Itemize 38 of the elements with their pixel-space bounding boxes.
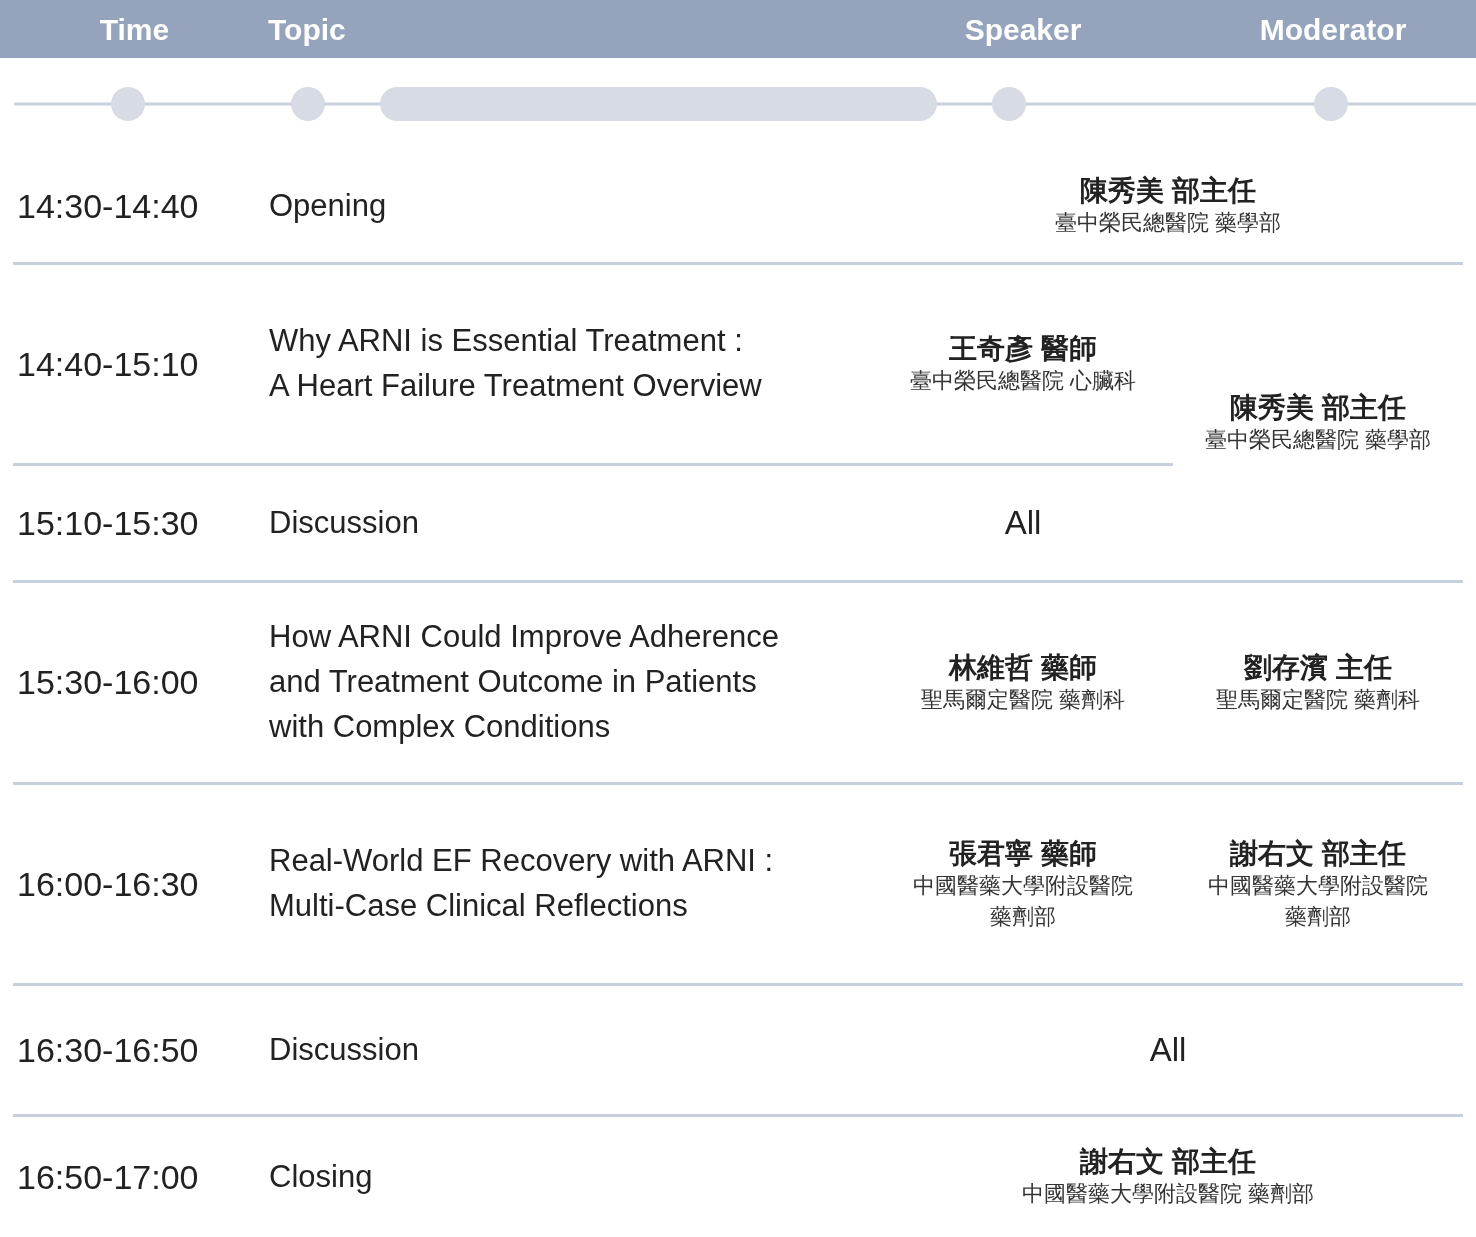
- topic-text: How ARNI Could Improve Adherence and Treatment Outcome in Patients with Complex Conditions: [269, 618, 780, 746]
- topic-text: Discussion: [269, 1030, 419, 1069]
- person-name: 劉存濱 主任: [1244, 650, 1392, 685]
- column-header: Topic: [267, 11, 347, 48]
- topic-text: Why ARNI is Essential Treatment : A Heart Failure Treatment Overview: [269, 322, 762, 405]
- time-cell: 15:10-15:30: [13, 466, 256, 583]
- column-header: Speaker: [964, 11, 1082, 48]
- column-header: Time: [99, 11, 170, 48]
- time-cell: 15:30-16:00: [13, 583, 256, 785]
- affiliation: 中國醫藥大學附設醫院: [1208, 871, 1428, 900]
- topic-text: Opening: [269, 186, 387, 225]
- time-cell: 14:30-14:40: [13, 150, 256, 265]
- speaker-text: All: [1149, 1030, 1187, 1071]
- time-cell-text: 16:50-17:00: [16, 1156, 200, 1198]
- affiliation: 中國醫藥大學附設醫院 藥劑部: [1021, 1180, 1315, 1209]
- affiliation: 臺中榮民總醫院 心臟科: [909, 367, 1137, 396]
- person-name: 王奇彥 醫師: [949, 332, 1097, 367]
- affiliation: 藥劑部: [990, 902, 1056, 931]
- topic-text: Closing: [269, 1157, 373, 1196]
- affiliation: 臺中榮民總醫院 藥學部: [1054, 209, 1282, 238]
- affiliation: 聖馬爾定醫院 藥劑科: [920, 685, 1126, 714]
- speaker-text: All: [1004, 503, 1042, 544]
- person-name: 謝右文 部主任: [1080, 1145, 1256, 1180]
- person-name: 張君寧 藥師: [949, 836, 1097, 871]
- topic-text: Real-World EF Recovery with ARNI : Multi-Case Clinical Reflections: [269, 842, 774, 925]
- topic-text: Discussion: [269, 503, 419, 542]
- affiliation: 藥劑部: [1285, 902, 1351, 931]
- affiliation: 臺中榮民總醫院 藥學部: [1204, 425, 1432, 454]
- affiliation: 中國醫藥大學附設醫院: [913, 871, 1133, 900]
- time-cell: 16:00-16:30: [13, 785, 256, 986]
- time-cell: 16:30-16:50: [13, 986, 256, 1117]
- person-name: 林維哲 藥師: [949, 650, 1097, 685]
- person-name: 陳秀美 部主任: [1080, 174, 1256, 209]
- time-cell: 14:40-15:10: [13, 265, 256, 466]
- person-name: 陳秀美 部主任: [1230, 390, 1406, 425]
- column-header: Moderator: [1258, 11, 1407, 48]
- affiliation: 聖馬爾定醫院 藥劑科: [1215, 685, 1421, 714]
- person-name: 謝右文 部主任: [1230, 836, 1406, 871]
